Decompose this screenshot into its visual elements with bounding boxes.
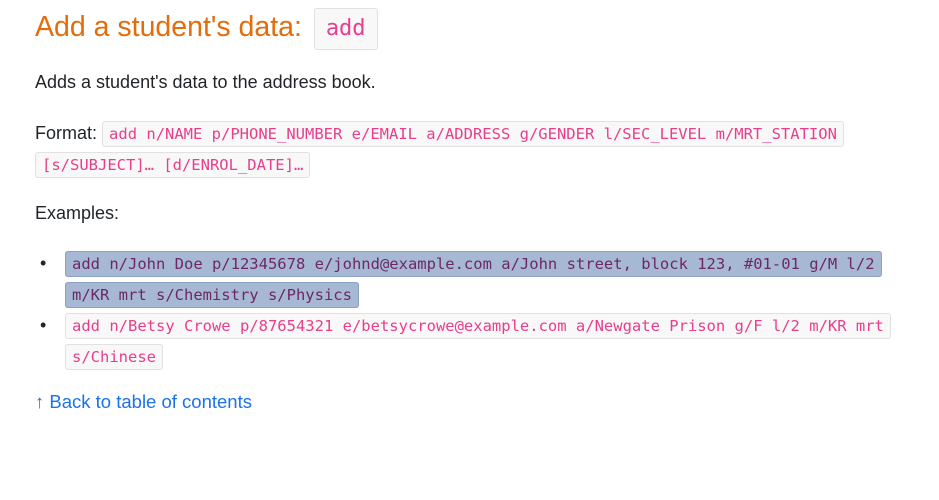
format-paragraph: Format: add n/NAME p/PHONE_NUMBER e/EMAI…	[35, 118, 915, 180]
bullet-icon: •	[40, 315, 47, 335]
format-label: Format:	[35, 123, 98, 143]
examples-label: Examples:	[35, 203, 120, 223]
section-heading-text: Add a student's data:	[35, 11, 302, 43]
command-word-code: add	[313, 8, 378, 50]
example-item-2: • add n/Betsy Crowe p/87654321 e/betsycr…	[35, 310, 915, 372]
section-heading: Add a student's data: add	[35, 7, 378, 50]
example-code-2[interactable]: add n/Betsy Crowe p/87654321 e/betsycrow…	[65, 313, 891, 370]
back-to-toc-link[interactable]: ↑ Back to table of contents	[35, 387, 252, 417]
examples-list: • add n/John Doe p/12345678 e/johnd@exam…	[35, 248, 915, 372]
format-code: add n/NAME p/PHONE_NUMBER e/EMAIL a/ADDR…	[35, 121, 844, 178]
example-code-1[interactable]: add n/John Doe p/12345678 e/johnd@exampl…	[65, 251, 882, 308]
bullet-icon: •	[40, 253, 47, 273]
command-description: Adds a student's data to the address boo…	[35, 72, 376, 92]
example-item-1: • add n/John Doe p/12345678 e/johnd@exam…	[35, 248, 915, 310]
